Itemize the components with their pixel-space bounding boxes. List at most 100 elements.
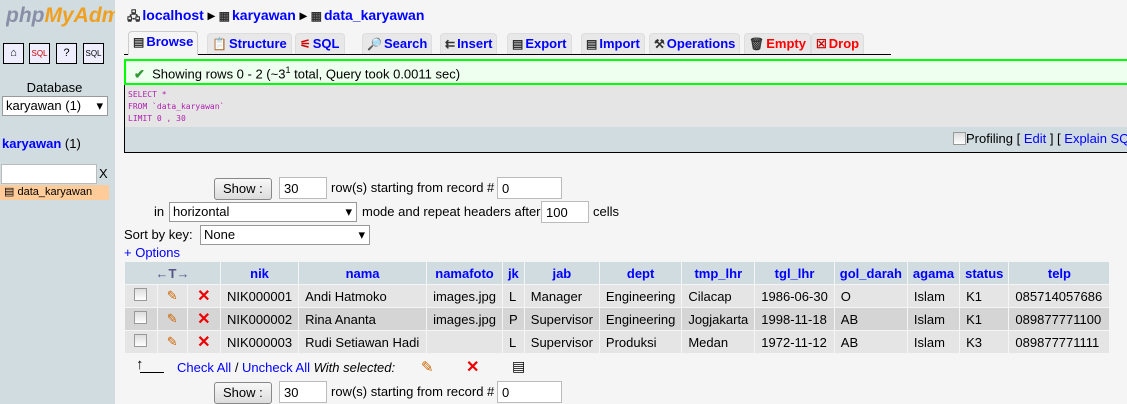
help-icon[interactable]: ? (56, 43, 77, 64)
column-header[interactable]: jk (502, 262, 524, 284)
sort-key-select[interactable]: None (200, 225, 370, 245)
table-cell: Rina Ananta (299, 308, 427, 330)
edit-query-link[interactable]: Edit (1024, 131, 1046, 146)
column-header[interactable]: nama (299, 262, 427, 284)
table-cell: K3 (960, 331, 1009, 353)
export-selected-icon[interactable]: ▤ (512, 358, 525, 375)
options-link[interactable]: + Options (124, 245, 180, 260)
tab-import[interactable]: ▤ Import (581, 33, 645, 54)
arrow-up-icon: ↑ (136, 356, 144, 373)
breadcrumb-server[interactable]: localhost (142, 7, 203, 23)
tab-operations[interactable]: ⚒ Operations (649, 33, 741, 54)
show-button-bottom[interactable]: Show : (214, 382, 272, 404)
table-cell: Medan (682, 331, 755, 353)
table-cell: L (502, 331, 524, 353)
column-header[interactable]: jab (524, 262, 599, 284)
display-mode-select[interactable]: horizontal (169, 202, 357, 222)
show-button[interactable]: Show : (214, 178, 272, 200)
column-header[interactable]: tgl_lhr (755, 262, 834, 284)
table-cell: NIK000003 (221, 331, 299, 353)
column-header[interactable]: agama (907, 262, 960, 284)
table-icon: ▤ (4, 186, 15, 198)
clear-filter-button[interactable]: X (99, 166, 108, 181)
profiling-checkbox[interactable] (953, 132, 966, 145)
table-cell: Supervisor (524, 331, 599, 353)
row-checkbox[interactable] (125, 285, 157, 307)
column-resize-icon[interactable]: ←T→ (125, 262, 220, 284)
start-record-input-bottom[interactable]: 0 (497, 381, 562, 403)
column-header[interactable]: tmp_lhr (682, 262, 755, 284)
table-cell: Islam (907, 285, 960, 307)
column-header[interactable]: status (960, 262, 1009, 284)
table-row: ✎ ✕ NIK000002 Rina Ananta images.jpg P Supervi… (125, 308, 1110, 330)
table-cell: O (834, 285, 907, 307)
table-filter-input[interactable] (1, 164, 97, 184)
table-cell: L (502, 285, 524, 307)
uncheck-all-link[interactable]: Uncheck All (242, 360, 310, 375)
column-header[interactable]: nik (221, 262, 299, 284)
tab-drop[interactable]: ☒ Drop (811, 33, 865, 54)
phpmyadmin-logo[interactable]: phpMyAdm (6, 4, 115, 28)
tab-structure[interactable]: 📋 Structure (207, 33, 292, 54)
sort-label: Sort by key: (124, 227, 193, 242)
edit-icon[interactable]: ✎ (157, 308, 187, 330)
tab-browse[interactable]: ▤ Browse (128, 31, 199, 55)
table-cell: images.jpg (427, 285, 502, 307)
table-cell: Islam (907, 331, 960, 353)
database-label: Database (26, 80, 83, 95)
rows-input-bottom[interactable]: 30 (279, 381, 327, 403)
start-record-input[interactable]: 0 (497, 177, 562, 199)
table-cell: P (502, 308, 524, 330)
mode-label: mode and repeat headers after (362, 204, 541, 219)
home-icon[interactable]: ⌂ (3, 43, 24, 64)
breadcrumb-database[interactable]: karyawan (232, 7, 296, 23)
breadcrumb-table[interactable]: data_karyawan (324, 7, 424, 23)
table-row: ✎ ✕ NIK000001 Andi Hatmoko images.jpg L Manage… (125, 285, 1110, 307)
with-selected-label: With selected: (313, 360, 396, 375)
table-cell: AB (834, 308, 907, 330)
delete-icon[interactable]: ✕ (187, 331, 220, 353)
delete-icon[interactable]: ✕ (187, 285, 220, 307)
database-icon: ▦ (218, 9, 231, 23)
tab-empty[interactable]: 🗑 Empty (744, 33, 811, 54)
explain-sql-link[interactable]: Explain SQL (1064, 131, 1127, 146)
breadcrumb: 🖧 localhost ▸ ▦ karyawan ▸ ▦ data_karyawan (127, 7, 425, 23)
column-header[interactable]: dept (599, 262, 682, 284)
database-link[interactable]: karyawan (2, 136, 61, 151)
table-cell: Produksi (599, 331, 682, 353)
row-checkbox[interactable] (125, 331, 157, 353)
database-select[interactable]: karyawan (1) (2, 96, 108, 116)
tab-sql[interactable]: ⚟ SQL (295, 33, 345, 54)
table-item-data-karyawan[interactable]: ▤ data_karyawan (0, 185, 109, 200)
column-header[interactable]: telp (1009, 262, 1110, 284)
delete-selected-icon[interactable]: ✕ (466, 357, 479, 377)
tab-export[interactable]: ▤ Export (507, 33, 572, 54)
edit-icon[interactable]: ✎ (157, 285, 187, 307)
sql-docs-icon[interactable]: SQL (83, 43, 104, 64)
table-cell: 085714057686 (1009, 285, 1110, 307)
repeat-headers-input[interactable]: 100 (541, 201, 589, 223)
table-cell: 1972-11-12 (755, 331, 834, 353)
edit-icon[interactable]: ✎ (157, 331, 187, 353)
table-cell: NIK000002 (221, 308, 299, 330)
table-cell: 089877771111 (1009, 331, 1110, 353)
tab-insert[interactable]: ⇇ Insert (440, 33, 498, 54)
cells-label: cells (593, 204, 620, 219)
row-checkbox[interactable] (125, 308, 157, 330)
column-header[interactable]: gol_darah (834, 262, 907, 284)
rows-input[interactable]: 30 (279, 177, 327, 199)
sql-query-box: SELECT * FROM `data_karyawan` LIMIT 0 , 30… (124, 85, 1127, 153)
table-cell: Andi Hatmoko (299, 285, 427, 307)
column-header[interactable]: namafoto (427, 262, 502, 284)
edit-selected-icon[interactable]: ✎ (421, 358, 434, 376)
table-cell: Cilacap (682, 285, 755, 307)
table-cell (427, 331, 502, 353)
check-all-link[interactable]: Check All (177, 360, 231, 375)
delete-icon[interactable]: ✕ (187, 308, 220, 330)
sidebar: phpMyAdm ⌂ SQL ? SQL Database karyawan (… (0, 0, 115, 404)
sql-query-icon[interactable]: SQL (29, 43, 50, 64)
table-cell: 1998-11-18 (755, 308, 834, 330)
tab-search[interactable]: 🔎 Search (362, 33, 433, 54)
table-cell: K1 (960, 285, 1009, 307)
table-cell: NIK000001 (221, 285, 299, 307)
